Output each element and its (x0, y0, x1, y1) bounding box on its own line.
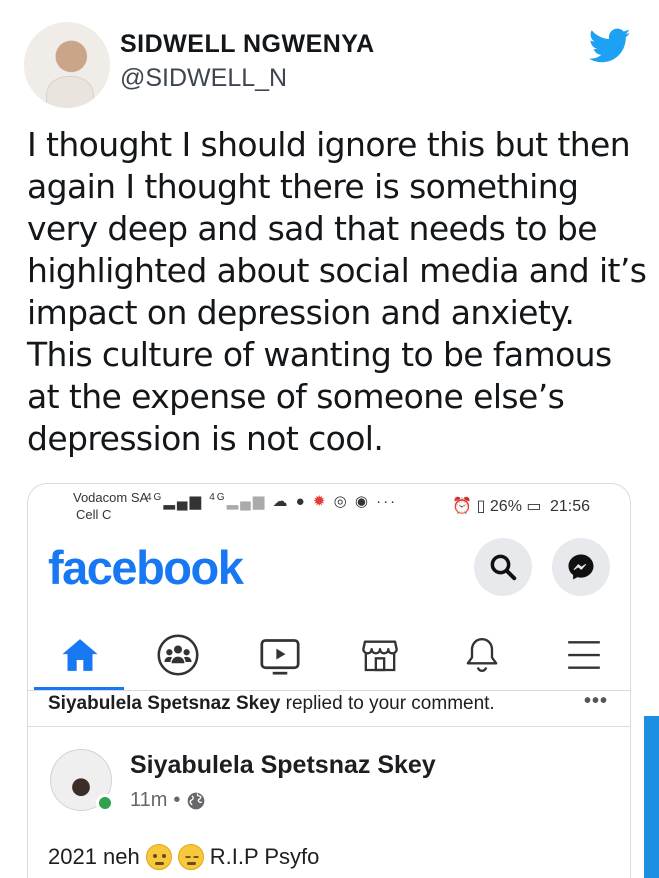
post-meta: 11m • (130, 789, 206, 812)
post-text-start: 2021 neh (48, 844, 140, 869)
app-icon: ● (295, 493, 307, 510)
divider (28, 726, 630, 727)
tab-menu[interactable] (560, 632, 608, 678)
online-status-dot (96, 794, 114, 812)
vibrate-icon: ▯ (476, 498, 486, 515)
notification-user: Siyabulela Spetsnaz Skey (48, 693, 281, 714)
store-icon (362, 640, 398, 672)
instagram-icon: ◎ (333, 493, 349, 510)
clock: 21:56 (549, 498, 590, 515)
status-icons: 4G▂▄▆ 4G▂▄▆ ☁ ● ✹ ◎ ◉ ··· (146, 492, 397, 510)
more-options-icon[interactable]: ••• (584, 690, 608, 713)
post-text: 2021 neh R.I.P Psyfo (48, 844, 319, 870)
post-text-end: R.I.P Psyfo (209, 844, 320, 869)
status-right: ⏰ ▯ 26% ▭ 21:56 (452, 496, 590, 516)
author-name[interactable]: SIDWELL NGWENYA (120, 30, 375, 59)
video-icon (260, 639, 300, 675)
meta-separator: • (173, 789, 181, 811)
search-icon (490, 554, 517, 581)
tab-home[interactable] (56, 632, 104, 678)
messenger-button[interactable] (552, 538, 610, 596)
groups-icon (157, 634, 199, 676)
twitter-bird-icon (589, 28, 631, 63)
home-icon (62, 639, 98, 671)
search-button[interactable] (474, 538, 532, 596)
author-avatar[interactable] (24, 22, 110, 108)
alarm-icon: ⏰ (452, 498, 473, 515)
bell-icon (466, 638, 498, 673)
status-bar: Vodacom SA Cell C 4G▂▄▆ 4G▂▄▆ ☁ ● ✹ ◎ ◉ … (28, 484, 630, 530)
sun-icon: ✹ (312, 493, 328, 510)
globe-icon (188, 792, 205, 809)
raised-eyebrow-emoji-icon (145, 844, 172, 870)
notification-item[interactable]: Siyabulela Spetsnaz Skey replied to your… (28, 690, 630, 716)
tab-marketplace[interactable] (356, 632, 404, 678)
tweet-header: SIDWELL NGWENYA @SIDWELL_N (22, 20, 639, 110)
whatsapp-icon: ◉ (354, 493, 370, 510)
network-4g-label: 4G (146, 492, 164, 503)
nav-bar (28, 622, 630, 686)
facebook-logo[interactable]: facebook (48, 540, 244, 595)
notification-action: replied to your comment. (280, 693, 495, 714)
signal-icon: ▂▄▆ (163, 493, 204, 510)
tab-groups[interactable] (154, 632, 202, 678)
notification-text: Siyabulela Spetsnaz Skey replied to your… (48, 693, 495, 715)
tab-notifications[interactable] (458, 632, 506, 678)
tweet-text: I thought I should ignore this but then … (27, 125, 647, 458)
cloud-icon: ☁ (272, 493, 290, 510)
post-author-name[interactable]: Siyabulela Spetsnaz Skey (130, 751, 436, 780)
battery-percent: 26% (489, 498, 522, 515)
carrier-label-2: Cell C (76, 507, 112, 522)
pensive-emoji-icon (177, 844, 204, 870)
attached-screenshot[interactable]: Vodacom SA Cell C 4G▂▄▆ 4G▂▄▆ ☁ ● ✹ ◎ ◉ … (27, 483, 631, 878)
carrier-label: Vodacom SA (73, 490, 149, 505)
more-notifications-icon: ··· (376, 493, 398, 510)
author-handle[interactable]: @SIDWELL_N (120, 64, 287, 93)
messenger-icon (568, 554, 594, 580)
tab-watch[interactable] (256, 632, 304, 678)
network-4g-label-2: 4G (209, 492, 227, 503)
edge-accent (644, 716, 659, 878)
signal-weak-icon: ▂▄▆ (226, 493, 267, 510)
post-time[interactable]: 11m (130, 789, 167, 812)
menu-icon (568, 641, 600, 669)
battery-icon: ▭ (526, 498, 542, 515)
